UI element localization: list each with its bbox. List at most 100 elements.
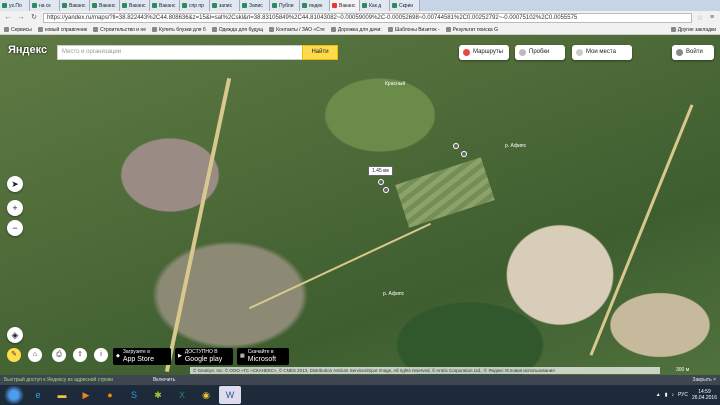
map-road bbox=[164, 77, 232, 373]
bookmark-icon bbox=[330, 27, 336, 32]
browser-tab[interactable]: ys.По bbox=[0, 0, 30, 11]
tab-favicon-icon bbox=[92, 3, 97, 8]
routes-icon bbox=[463, 49, 470, 56]
user-icon bbox=[676, 49, 683, 56]
map-label: Красный bbox=[385, 81, 406, 87]
google-play-badge[interactable]: ▶ ДОСТУПНО В Google play bbox=[175, 348, 233, 365]
bookmark-apps[interactable]: Сервисы bbox=[4, 27, 32, 33]
play-icon: ▶ bbox=[178, 353, 182, 359]
bookmark-item[interactable]: Купить блузки для б bbox=[152, 27, 206, 33]
tab-favicon-icon bbox=[62, 3, 67, 8]
language-indicator[interactable]: РУС bbox=[678, 392, 688, 398]
zoom-in-button[interactable]: + bbox=[7, 200, 23, 216]
menu-icon[interactable]: ≡ bbox=[708, 14, 716, 22]
tab-favicon-icon bbox=[32, 3, 37, 8]
share-icon[interactable]: ⇪ bbox=[73, 348, 87, 362]
ruler-point[interactable] bbox=[461, 151, 467, 157]
browser-tab[interactable]: Запис bbox=[240, 0, 270, 11]
browser-tab[interactable]: запис bbox=[210, 0, 240, 11]
ruler-point[interactable] bbox=[453, 143, 459, 149]
routes-button[interactable]: Маршруты bbox=[459, 45, 509, 60]
explorer-icon[interactable]: ▬ bbox=[51, 386, 73, 404]
windows-taskbar: e ▬ ▶ ● S ✱ X ◉ W ▲ ▮ ♪ РУС 14:59 26.04.… bbox=[0, 385, 720, 405]
browser-tab[interactable]: Как д bbox=[360, 0, 390, 11]
start-button[interactable] bbox=[3, 386, 25, 404]
bookmark-icon bbox=[152, 27, 158, 32]
browser-tab[interactable]: Ваканс bbox=[90, 0, 120, 11]
yandex-notification-bar: Быстрый доступ к Яндексу из адресной стр… bbox=[0, 375, 720, 385]
word-icon[interactable]: W bbox=[219, 386, 241, 404]
close-notification-button[interactable]: Закрыть × bbox=[692, 375, 716, 385]
back-icon[interactable]: ← bbox=[4, 14, 12, 22]
print-icon[interactable]: ⎙ bbox=[52, 348, 66, 362]
tab-favicon-icon bbox=[332, 3, 337, 8]
geolocation-icon[interactable]: ➤ bbox=[7, 176, 23, 192]
panorama-icon[interactable]: ⌂ bbox=[28, 348, 42, 362]
browser-tab[interactable]: спр пр bbox=[180, 0, 210, 11]
bookmark-item[interactable]: Одежда для будущ bbox=[211, 27, 263, 33]
bookmark-item[interactable]: Контакты / ЗАО «Сте bbox=[269, 27, 325, 33]
browser-tab[interactable]: Ваканс bbox=[120, 0, 150, 11]
reload-icon[interactable]: ↻ bbox=[30, 14, 38, 22]
browser-tab[interactable]: Публи bbox=[270, 0, 300, 11]
media-player-icon[interactable]: ▶ bbox=[75, 386, 97, 404]
other-bookmarks[interactable]: Другие закладки bbox=[670, 27, 716, 33]
bookmark-item[interactable]: Результат поиска G bbox=[445, 27, 498, 33]
volume-icon[interactable]: ♪ bbox=[671, 392, 674, 398]
find-button[interactable]: Найти bbox=[302, 45, 338, 60]
bookmark-icon bbox=[211, 27, 217, 32]
layers-icon[interactable]: ◈ bbox=[7, 327, 23, 343]
apple-icon: ◆ bbox=[116, 353, 120, 359]
network-icon[interactable]: ▮ bbox=[665, 392, 668, 398]
map-copyright: © GeoEye, Inc. © ООО «ГС «СКАНЕКС», © CN… bbox=[190, 367, 660, 374]
map-road bbox=[589, 104, 694, 356]
bookmark-icon bbox=[576, 49, 583, 56]
distance-label: 1.45 км bbox=[368, 166, 393, 176]
browser-tab[interactable]: Ваканс bbox=[60, 0, 90, 11]
tab-favicon-icon bbox=[392, 3, 397, 8]
tab-favicon-icon bbox=[122, 3, 127, 8]
map-label: р. Афипс bbox=[383, 291, 405, 297]
enable-button[interactable]: Включить bbox=[153, 377, 175, 383]
forward-icon[interactable]: → bbox=[17, 14, 25, 22]
yandex-logo[interactable]: Яндекс bbox=[8, 44, 47, 56]
satellite-map[interactable]: Красный р. Афипс р. Афипс bbox=[0, 35, 720, 375]
traffic-button[interactable]: Пробки bbox=[515, 45, 565, 60]
bookmark-item[interactable]: Строительство и не bbox=[93, 27, 146, 33]
bookmark-item[interactable]: новый справочник bbox=[37, 27, 87, 33]
zoom-out-button[interactable]: − bbox=[7, 220, 23, 236]
tab-favicon-icon bbox=[242, 3, 247, 8]
avast-icon[interactable]: ● bbox=[99, 386, 121, 404]
browser-tab[interactable]: яндек bbox=[300, 0, 330, 11]
map-scale: 300 м bbox=[676, 367, 690, 373]
ruler-point[interactable] bbox=[383, 187, 389, 193]
skype-icon[interactable]: S bbox=[123, 386, 145, 404]
browser-tab[interactable]: Скрин bbox=[390, 0, 420, 11]
android-icon[interactable]: ✱ bbox=[147, 386, 169, 404]
browser-tab[interactable]: Ваканс bbox=[150, 0, 180, 11]
url-input[interactable]: https://yandex.ru/maps/?ll=38.822443%2C4… bbox=[43, 13, 692, 23]
bookmark-item[interactable]: Дорожка для дачи: bbox=[330, 27, 382, 33]
tray-arrow-icon[interactable]: ▲ bbox=[656, 392, 661, 398]
tab-favicon-icon bbox=[212, 3, 217, 8]
chrome-icon[interactable]: ◉ bbox=[195, 386, 217, 404]
info-icon[interactable]: i bbox=[94, 348, 108, 362]
browser-tab[interactable]: на ск bbox=[30, 0, 60, 11]
ie-icon[interactable]: e bbox=[27, 386, 49, 404]
excel-icon[interactable]: X bbox=[171, 386, 193, 404]
browser-tab-active[interactable]: Ваканс bbox=[330, 0, 360, 11]
ruler-tool-icon[interactable]: ✎ bbox=[7, 348, 21, 362]
microsoft-badge[interactable]: ▦ Скачайте в Microsoft bbox=[237, 348, 289, 365]
clock[interactable]: 14:59 26.04.2016 bbox=[692, 389, 717, 401]
ruler-point[interactable] bbox=[378, 179, 384, 185]
apps-icon bbox=[4, 27, 9, 32]
bookmark-star-icon[interactable]: ☆ bbox=[697, 14, 703, 22]
login-button[interactable]: Войти bbox=[672, 45, 714, 60]
notification-text: Быстрый доступ к Яндексу из адресной стр… bbox=[4, 377, 113, 383]
app-store-badge[interactable]: ◆ Загрузите в App Store bbox=[113, 348, 171, 365]
address-bar: ← → ↻ https://yandex.ru/maps/?ll=38.8224… bbox=[0, 11, 720, 25]
tab-favicon-icon bbox=[152, 3, 157, 8]
map-search-input[interactable]: Место и организации bbox=[57, 45, 304, 60]
my-places-button[interactable]: Мои места bbox=[572, 45, 632, 60]
bookmark-item[interactable]: Шаблоны Визиток - bbox=[387, 27, 440, 33]
